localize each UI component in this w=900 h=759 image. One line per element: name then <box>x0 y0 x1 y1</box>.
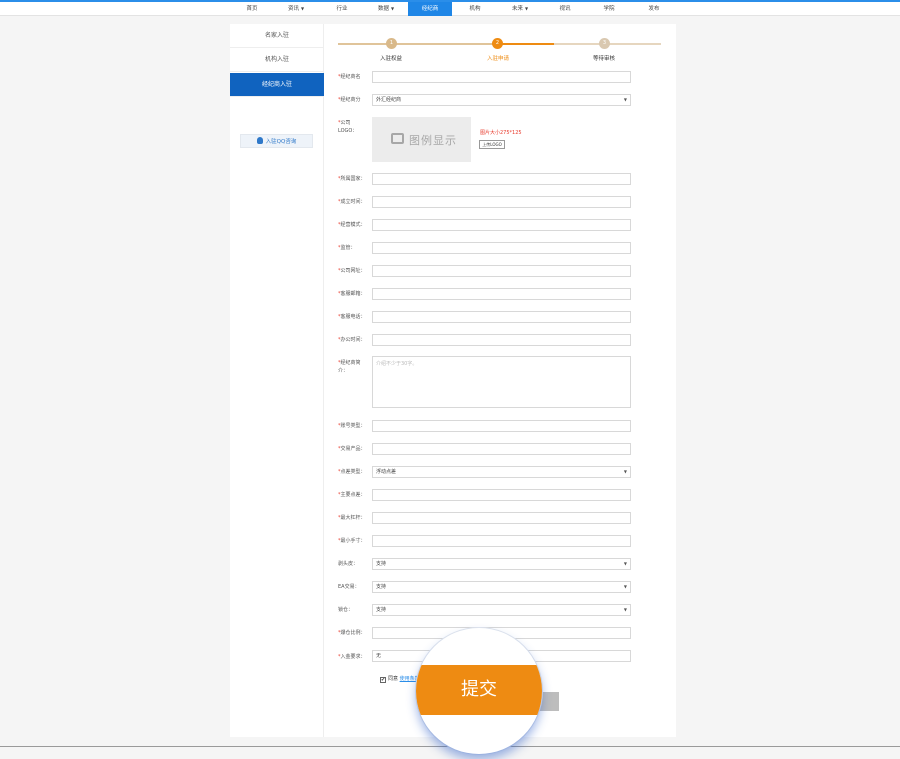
main-spread-label: *主要点差： <box>338 492 366 498</box>
chevron-down-icon: ▼ <box>623 97 627 102</box>
country-label: *所属国家： <box>338 176 366 182</box>
products-input[interactable] <box>372 443 631 455</box>
logo-preview: 图例显示 <box>372 117 471 162</box>
logo-label: *公司 LOGO： <box>338 120 358 134</box>
chevron-down-icon: ▼ <box>524 6 529 11</box>
step-3-label: 等待审核 <box>592 56 615 62</box>
sidebar-item-expert[interactable]: 名家入驻 <box>230 24 324 48</box>
chevron-down-icon: ▼ <box>623 469 627 474</box>
main-spread-input[interactable] <box>372 489 631 501</box>
step-1-circle: 1 <box>386 38 397 49</box>
email-input[interactable] <box>372 288 631 300</box>
website-label: *公司网址： <box>338 268 366 274</box>
nav-item-academy[interactable]: 学院 <box>587 2 631 16</box>
nav-item-broker[interactable]: 经纪商 <box>408 2 452 16</box>
ea-select[interactable]: 支持 ▼ <box>372 581 631 593</box>
regulation-label: *监管： <box>338 245 356 251</box>
submit-button-label: 提交 <box>461 679 497 700</box>
logo-size-hint: 图片大小275*125 <box>480 130 522 136</box>
chevron-down-icon: ▼ <box>623 607 627 612</box>
step-line-active <box>498 43 554 45</box>
nav-item-institution[interactable]: 机构 <box>453 2 497 16</box>
margin-label: *爆仓比例： <box>338 630 366 636</box>
chevron-down-icon: ▼ <box>390 6 395 11</box>
upload-logo-button[interactable]: 上传LOGO <box>479 140 505 149</box>
account-type-label: *账号类型： <box>338 423 366 429</box>
qq-consult-button[interactable]: 入驻QQ咨询 <box>240 134 313 148</box>
deposit-label: *入金要求： <box>338 654 366 660</box>
chevron-down-icon: ▼ <box>623 561 627 566</box>
phone-input[interactable] <box>372 311 631 323</box>
spread-type-select[interactable]: 浮动点差 ▼ <box>372 466 631 478</box>
qq-icon <box>256 137 263 144</box>
main-nav: 首页 资讯 ▼ 行业 数据 ▼ 经纪商 机构 未来 ▼ 视讯 学院 发布 <box>0 2 900 16</box>
scalping-label: 剥头皮： <box>338 561 359 567</box>
min-lot-input[interactable] <box>372 535 631 547</box>
chevron-down-icon: ▼ <box>300 6 305 11</box>
country-input[interactable] <box>372 173 631 185</box>
sidebar: 名家入驻 机构入驻 经纪商入驻 入驻QQ咨询 <box>230 24 324 737</box>
scalping-select[interactable]: 支持 ▼ <box>372 558 631 570</box>
model-label: *经营模式： <box>338 222 366 228</box>
hedging-select[interactable]: 支持 ▼ <box>372 604 631 616</box>
step-line-done <box>338 43 498 45</box>
ea-label: EA交易： <box>338 584 360 590</box>
broker-type-label: *经纪商分 <box>338 97 361 103</box>
spread-type-label: *点差类型： <box>338 469 366 475</box>
phone-label: *客服电话： <box>338 314 366 320</box>
nav-item-publish[interactable]: 发布 <box>632 2 676 16</box>
step-2-circle: 2 <box>492 38 503 49</box>
chevron-down-icon: ▼ <box>623 584 627 589</box>
nav-item-home[interactable]: 首页 <box>230 2 274 16</box>
max-leverage-input[interactable] <box>372 512 631 524</box>
founded-label: *成立时间： <box>338 199 366 205</box>
agree-checkbox[interactable]: ✔ <box>380 677 386 683</box>
nav-item-news[interactable]: 资讯 ▼ <box>274 2 318 16</box>
min-lot-label: *最小手寸： <box>338 538 366 544</box>
max-leverage-label: *最大杠杆： <box>338 515 366 521</box>
broker-name-label: *经纪商名 <box>338 74 361 80</box>
hours-label: *办公时间： <box>338 337 366 343</box>
regulation-input[interactable] <box>372 242 631 254</box>
intro-label: *经纪商简 介： <box>338 360 361 374</box>
founded-input[interactable] <box>372 196 631 208</box>
sidebar-item-broker[interactable]: 经纪商入驻 <box>230 73 324 97</box>
nav-item-data[interactable]: 数据 ▼ <box>364 2 408 16</box>
products-label: *交易产品： <box>338 446 366 452</box>
nav-item-future[interactable]: 未来 ▼ <box>498 2 542 16</box>
broker-type-select[interactable]: 外汇经纪商 ▼ <box>372 94 631 106</box>
broker-name-input[interactable] <box>372 71 631 83</box>
nav-item-industry[interactable]: 行业 <box>320 2 364 16</box>
step-1-label: 入驻权益 <box>379 56 402 62</box>
nav-item-video[interactable]: 视讯 <box>543 2 587 16</box>
hours-input[interactable] <box>372 334 631 346</box>
model-input[interactable] <box>372 219 631 231</box>
submit-magnifier: 提交 <box>416 628 542 754</box>
hedging-label: 锁仓： <box>338 607 354 613</box>
sidebar-item-institution[interactable]: 机构入驻 <box>230 48 324 72</box>
email-label: *客服邮箱： <box>338 291 366 297</box>
website-input[interactable] <box>372 265 631 277</box>
step-2-label: 入驻申请 <box>486 56 509 62</box>
agree-terms: ✔ 同意 使用条款 <box>380 676 420 683</box>
step-3-circle: 3 <box>599 38 610 49</box>
account-type-input[interactable] <box>372 420 631 432</box>
intro-textarea[interactable]: 介绍不少于30字。 <box>372 356 631 408</box>
image-icon <box>391 133 404 144</box>
